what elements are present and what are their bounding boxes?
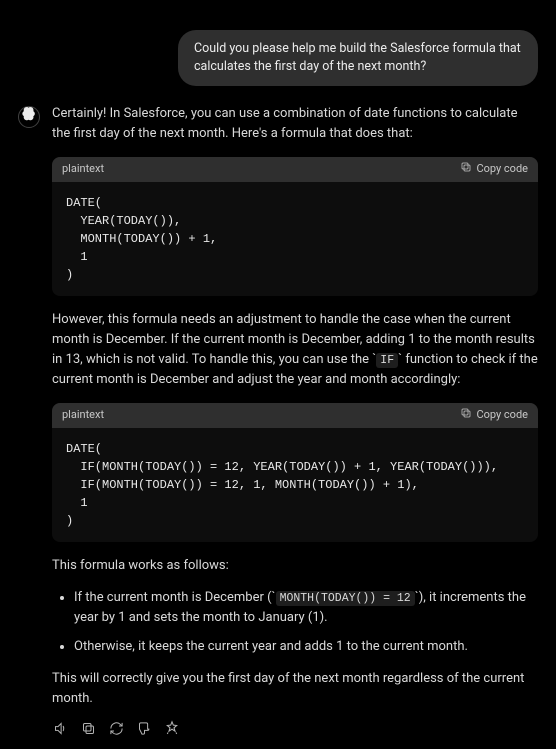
- user-message-text: Could you please help me build the Sales…: [194, 41, 521, 74]
- assistant-intro: Certainly! In Salesforce, you can use a …: [52, 104, 538, 144]
- code-lang-label: plaintext: [62, 161, 104, 178]
- copy-code-button-2[interactable]: Copy code: [460, 407, 528, 425]
- user-message-bubble: Could you please help me build the Sales…: [178, 30, 538, 86]
- regenerate-button[interactable]: [108, 721, 124, 737]
- copy-code-button[interactable]: Copy code: [460, 161, 528, 179]
- openai-icon: [22, 107, 36, 128]
- code-content-1[interactable]: DATE( YEAR(TODAY()), MONTH(TODAY()) + 1,…: [52, 182, 538, 296]
- assistant-outro: This will correctly give you the first d…: [52, 669, 538, 709]
- code-header-2: plaintext Copy code: [52, 403, 538, 429]
- works-as-follows: This formula works as follows:: [52, 556, 538, 576]
- copy-code-label: Copy code: [476, 161, 528, 178]
- assistant-middle: However, this formula needs an adjustmen…: [52, 310, 538, 391]
- bullet-list: If the current month is December (`MONTH…: [52, 588, 538, 656]
- user-message-row: Could you please help me build the Sales…: [18, 12, 538, 86]
- copy-icon: [460, 407, 472, 425]
- assistant-avatar: [18, 106, 40, 128]
- inline-code-month: MONTH(TODAY()) = 12: [276, 591, 415, 606]
- inline-code-if: IF: [376, 353, 398, 368]
- code-header: plaintext Copy code: [52, 157, 538, 183]
- copy-code-label-2: Copy code: [476, 407, 528, 424]
- code-block-1: plaintext Copy code DATE( YEAR(TODAY()),…: [52, 157, 538, 297]
- read-aloud-button[interactable]: [52, 721, 68, 737]
- copy-message-button[interactable]: [80, 721, 96, 737]
- chat-container: Could you please help me build the Sales…: [0, 0, 556, 749]
- message-actions: [52, 721, 538, 737]
- code-content-2[interactable]: DATE( IF(MONTH(TODAY()) = 12, YEAR(TODAY…: [52, 428, 538, 542]
- code-lang-label-2: plaintext: [62, 407, 104, 424]
- assistant-row: Certainly! In Salesforce, you can use a …: [18, 104, 538, 737]
- bullet1-a: If the current month is December (: [74, 590, 272, 605]
- bad-response-button[interactable]: [136, 721, 152, 737]
- code-block-2: plaintext Copy code DATE( IF(MONTH(TODAY…: [52, 403, 538, 543]
- list-item: Otherwise, it keeps the current year and…: [74, 637, 538, 657]
- list-item: If the current month is December (`MONTH…: [74, 588, 538, 628]
- assistant-body: Certainly! In Salesforce, you can use a …: [52, 104, 538, 737]
- copy-icon: [460, 161, 472, 179]
- model-switch-button[interactable]: [164, 721, 180, 737]
